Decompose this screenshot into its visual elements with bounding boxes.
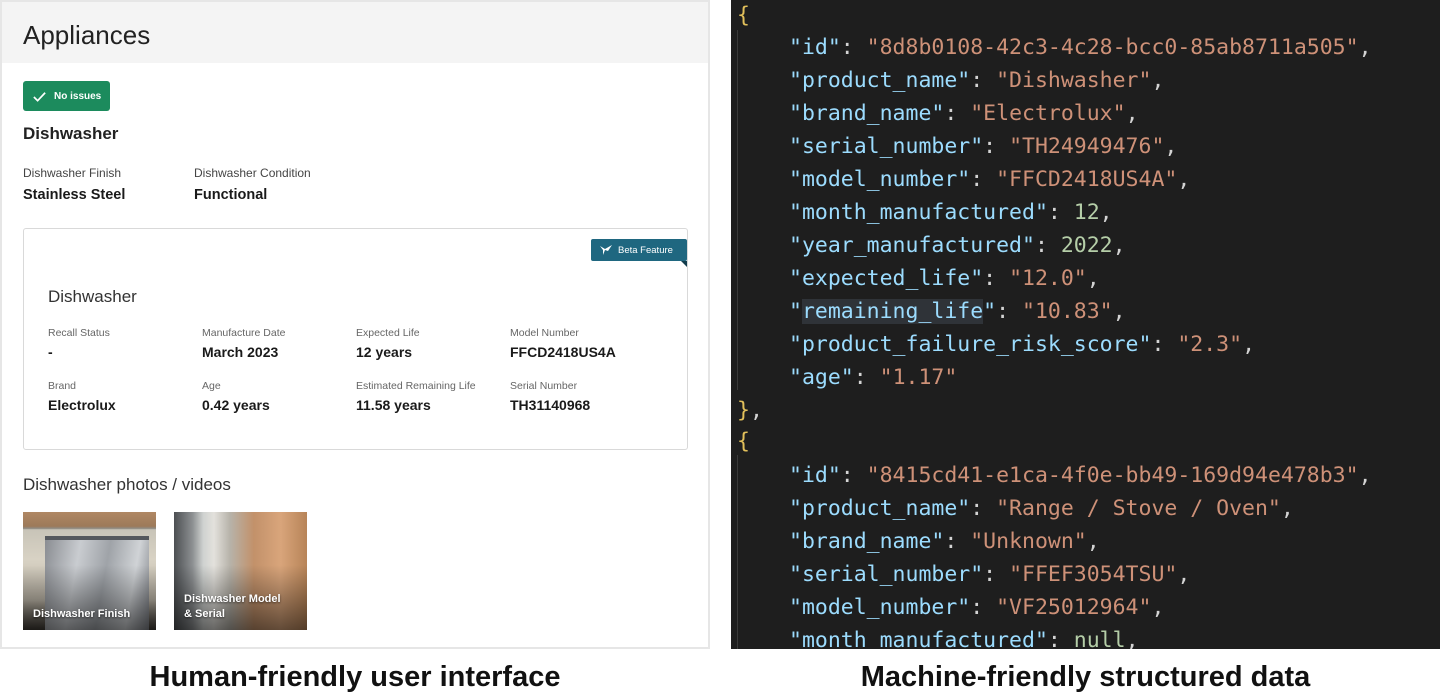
json-value: "1.17": [879, 365, 958, 390]
dishwasher-finish-photo[interactable]: Dishwasher Finish: [23, 512, 156, 630]
cell-label: Estimated Remaining Life: [356, 380, 476, 392]
field-value: Functional: [194, 187, 268, 203]
photo-caption-line: & Serial: [184, 608, 225, 620]
photos-heading: Dishwasher photos / videos: [23, 475, 231, 494]
field-value: Stainless Steel: [23, 187, 126, 203]
code-line: "expected_life": "12.0",: [789, 266, 1100, 291]
photo-caption: Dishwasher Model & Serial: [184, 592, 281, 622]
cell-label: Expected Life: [356, 327, 420, 339]
appliances-panel: Appliances No issues Dishwasher Dishwash…: [0, 0, 710, 649]
cell-value: Electrolux: [48, 397, 116, 413]
code-line: "serial_number": "TH24949476",: [789, 134, 1178, 159]
indent-guide: [737, 455, 738, 649]
expected-life-cell: Expected Life 12 years: [356, 327, 420, 360]
json-value: null: [1073, 628, 1126, 649]
code-line: "model_number": "VF25012964",: [789, 595, 1165, 620]
cell-value: 12 years: [356, 344, 413, 360]
code-line: "id": "8d8b0108-42c3-4c28-bcc0-85ab8711a…: [789, 35, 1372, 60]
finish-field: Dishwasher Finish Stainless Steel: [23, 166, 125, 203]
beta-feature-tag: Beta Feature: [591, 239, 687, 267]
cell-label: Brand: [48, 380, 77, 392]
json-value: "FFEF3054TSU": [1009, 562, 1178, 587]
json-value: "10.83": [1022, 299, 1113, 324]
code-line: "id": "8415cd41-e1ca-4f0e-bb49-169d94e47…: [789, 463, 1372, 488]
age-cell: Age 0.42 years: [202, 380, 270, 413]
json-value: "8d8b0108-42c3-4c28-bcc0-85ab8711a505": [866, 35, 1359, 60]
cell-value: 0.42 years: [202, 397, 270, 413]
field-label: Dishwasher Finish: [23, 166, 122, 180]
remaining-life-cell: Estimated Remaining Life 11.58 years: [356, 380, 476, 413]
json-value: "Range / Stove / Oven": [996, 496, 1281, 521]
json-value: "2.3": [1177, 332, 1243, 357]
code-line: {: [737, 3, 750, 28]
code-line: "age": "1.17": [789, 365, 958, 390]
field-label: Dishwasher Condition: [194, 166, 311, 180]
caption-right: Machine-friendly structured data: [860, 661, 1311, 693]
appliance-details-card: Beta Feature Dishwasher Recall Status - …: [23, 228, 688, 450]
brand-cell: Brand Electrolux: [48, 380, 116, 413]
condition-field: Dishwasher Condition Functional: [194, 166, 311, 203]
cell-label: Recall Status: [48, 327, 110, 339]
serial-number-cell: Serial Number TH31140968: [510, 380, 590, 413]
json-value: "TH24949476": [1009, 134, 1165, 159]
json-value: "12.0": [1009, 266, 1087, 291]
code-line: "model_number": "FFCD2418US4A",: [789, 167, 1191, 192]
cell-value: March 2023: [202, 344, 279, 360]
page-title: Appliances: [23, 20, 151, 50]
code-line: "month_manufactured": null,: [789, 627, 1139, 649]
code-line: "product_name": "Range / Stove / Oven",: [789, 496, 1294, 521]
recall-status-cell: Recall Status -: [48, 327, 110, 360]
photo-caption: Dishwasher Finish: [33, 607, 130, 622]
code-line: },: [737, 398, 763, 423]
status-badge: No issues: [23, 81, 110, 111]
cell-label: Model Number: [510, 327, 579, 339]
cell-label: Manufacture Date: [202, 327, 286, 339]
bird-logo-icon: [600, 245, 612, 255]
cell-label: Age: [202, 380, 221, 392]
cell-label: Serial Number: [510, 380, 578, 392]
status-badge-label: No issues: [54, 90, 102, 102]
json-value: 12: [1073, 200, 1100, 225]
json-value: "FFCD2418US4A": [996, 167, 1178, 192]
cell-value: FFCD2418US4A: [510, 344, 616, 360]
indent-guide: [737, 30, 738, 390]
json-value: "Dishwasher": [996, 68, 1152, 93]
code-line: "month_manufactured": 12,: [789, 200, 1113, 225]
json-value: "Unknown": [970, 529, 1087, 554]
manufacture-date-cell: Manufacture Date March 2023: [202, 327, 285, 360]
photo-caption-line: Dishwasher Finish: [33, 608, 131, 620]
code-line: "brand_name": "Unknown",: [789, 529, 1100, 554]
json-value: "Electrolux": [970, 101, 1126, 126]
page-header: Appliances: [2, 2, 708, 63]
code-line: "remaining_life": "10.83",: [789, 299, 1126, 324]
cell-value: -: [48, 344, 53, 360]
card-title: Dishwasher: [48, 287, 137, 306]
check-icon: [33, 91, 46, 102]
code-line: "product_failure_risk_score": "2.3",: [789, 332, 1256, 357]
model-number-cell: Model Number FFCD2418US4A: [510, 327, 616, 360]
code-line: "product_name": "Dishwasher",: [789, 68, 1165, 93]
caption-left: Human-friendly user interface: [149, 661, 561, 693]
json-code-panel: { "id": "8d8b0108-42c3-4c28-bcc0-85ab871…: [731, 0, 1440, 649]
cell-value: 11.58 years: [356, 397, 431, 413]
code-line: {: [737, 429, 750, 454]
json-value: "VF25012964": [996, 595, 1152, 620]
code-line: "serial_number": "FFEF3054TSU",: [789, 562, 1191, 587]
json-value: 2022: [1060, 233, 1113, 258]
json-value: "8415cd41-e1ca-4f0e-bb49-169d94e478b3": [866, 463, 1359, 488]
item-title: Dishwasher: [23, 124, 119, 143]
cell-value: TH31140968: [510, 397, 591, 413]
beta-label: Beta Feature: [618, 244, 673, 256]
photo-caption-line: Dishwasher Model: [184, 593, 281, 605]
dishwasher-model-serial-photo[interactable]: Dishwasher Model & Serial: [174, 512, 307, 630]
code-line: "brand_name": "Electrolux",: [789, 101, 1139, 126]
code-line: "year_manufactured": 2022,: [789, 233, 1126, 258]
